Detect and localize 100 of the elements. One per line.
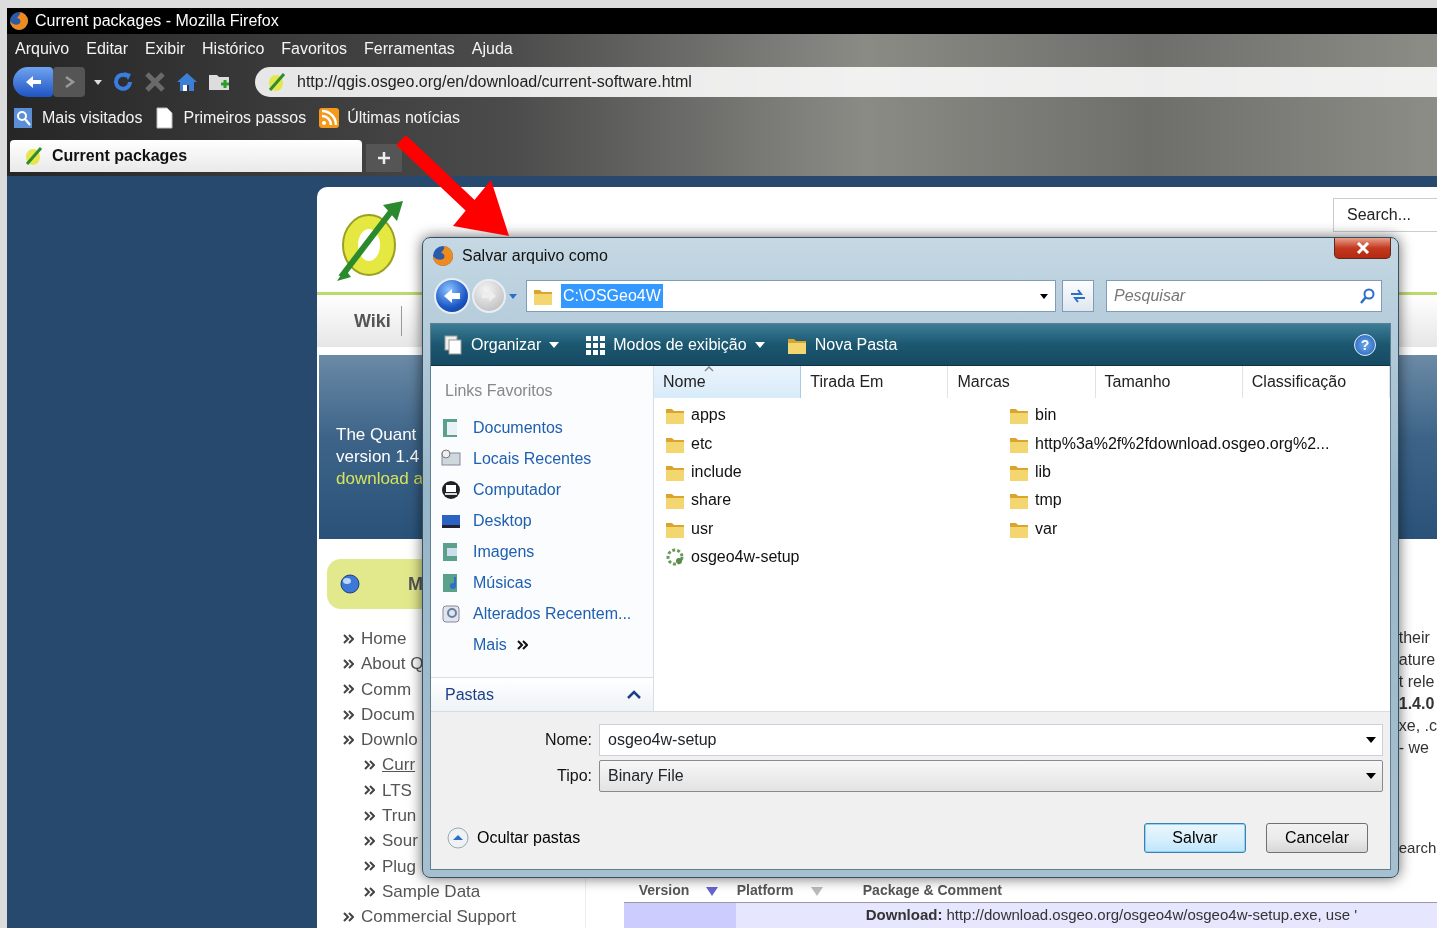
- nav-link[interactable]: Commercial Support: [361, 904, 516, 928]
- nav-link[interactable]: Plug: [382, 853, 417, 880]
- double-chevron-icon: [364, 885, 375, 898]
- firefox-logo-icon: [9, 11, 29, 31]
- menu-item[interactable]: Ajuda: [471, 37, 513, 61]
- favorite-link[interactable]: Alterados Recentem...: [431, 598, 638, 629]
- bookmark-link[interactable]: Últimas notícias: [318, 106, 461, 130]
- menu-item[interactable]: Editar: [86, 37, 129, 61]
- new-tab-button[interactable]: [366, 144, 402, 172]
- double-chevron-icon: [516, 638, 528, 651]
- dropdown-caret-icon[interactable]: [93, 78, 103, 86]
- pages-icon: [443, 334, 463, 355]
- nav-link[interactable]: Curr: [382, 752, 416, 778]
- favorite-link[interactable]: Desktop: [431, 505, 538, 536]
- close-button[interactable]: [1334, 238, 1391, 259]
- nav-link[interactable]: Docum: [361, 701, 415, 728]
- download-link[interactable]: http://download.osgeo.org/osgeo4w/osgeo4w-setup.exe: [946, 903, 1318, 927]
- favorite-link[interactable]: Computador: [431, 474, 568, 505]
- nav-link[interactable]: Comm: [361, 676, 412, 702]
- text-fragment: t rele: [1398, 672, 1435, 692]
- nav-link[interactable]: Downlo: [361, 727, 418, 753]
- column-header[interactable]: Package & Comment: [862, 880, 1003, 901]
- save-button[interactable]: Salvar: [1144, 823, 1246, 853]
- favorite-link[interactable]: Locais Recentes: [431, 443, 598, 474]
- dropdown-caret-icon: [1366, 737, 1376, 743]
- sort-arrow-icon[interactable]: [705, 884, 720, 897]
- favorite-link[interactable]: Imagens: [431, 536, 541, 567]
- double-chevron-icon: [364, 759, 375, 772]
- menu-item[interactable]: Arquivo: [15, 37, 70, 61]
- nav-link[interactable]: About Q: [361, 651, 424, 677]
- home-icon[interactable]: [175, 70, 199, 94]
- favorite-link[interactable]: Documentos: [431, 412, 569, 443]
- address-bar[interactable]: http://qgis.osgeo.org/en/download/current-software.html: [255, 67, 1437, 97]
- favorite-link[interactable]: Músicas: [431, 567, 538, 598]
- toolbar-button[interactable]: Modos de exibição: [585, 332, 765, 357]
- refresh-button[interactable]: [1062, 280, 1094, 312]
- file-item[interactable]: var: [1009, 514, 1058, 543]
- file-item[interactable]: apps: [665, 401, 726, 430]
- file-item[interactable]: tmp: [1009, 486, 1062, 515]
- dropdown-caret-icon[interactable]: [1039, 292, 1049, 300]
- nav-link[interactable]: Home: [361, 625, 407, 652]
- file-item[interactable]: bin: [1009, 401, 1057, 430]
- double-chevron-icon: [343, 708, 354, 721]
- double-chevron-icon: [343, 683, 354, 696]
- double-chevron-icon: [343, 632, 354, 645]
- search-field[interactable]: Search...: [1333, 198, 1437, 232]
- back-button[interactable]: [13, 67, 53, 97]
- bookmark-link[interactable]: Mais visitados: [13, 106, 143, 130]
- menu-item[interactable]: Exibir: [145, 37, 186, 61]
- menu-item[interactable]: Ferramentas: [364, 37, 455, 61]
- nav-link[interactable]: Trun: [382, 803, 417, 829]
- up-circle-icon: [447, 827, 469, 849]
- column-header[interactable]: Tamanho: [1095, 366, 1243, 398]
- more-link[interactable]: Mais: [473, 632, 507, 657]
- nav-link[interactable]: LTS: [382, 777, 412, 804]
- filename-field[interactable]: osgeo4w-setup: [599, 724, 1383, 756]
- column-header[interactable]: Platform: [736, 880, 794, 901]
- nav-link[interactable]: Sour: [382, 828, 418, 854]
- menu-title: M: [408, 572, 423, 596]
- plus-icon: [378, 152, 390, 164]
- toolbar-button[interactable]: Organizar: [443, 332, 560, 357]
- file-item[interactable]: http%3a%2f%2fdownload.osgeo.org%2...: [1009, 429, 1330, 458]
- double-chevron-icon: [364, 835, 375, 847]
- magnifier-icon: [13, 107, 35, 129]
- nav-link[interactable]: Sample Data: [382, 878, 481, 905]
- menu-item[interactable]: Histórico: [202, 37, 265, 61]
- file-item[interactable]: lib: [1009, 457, 1051, 487]
- nav-link[interactable]: Wiki: [354, 307, 391, 335]
- file-item[interactable]: share: [665, 486, 732, 515]
- text-fragment: ature: [1398, 650, 1436, 670]
- cancel-button[interactable]: Cancelar: [1266, 823, 1368, 853]
- table-cell: Download: http://download.osgeo.org/osgeo4w/osgeo4w-setup.exe, use ': [735, 902, 1358, 928]
- file-item[interactable]: include: [665, 457, 742, 487]
- text-fragment: - we: [1398, 738, 1429, 758]
- stop-icon[interactable]: [143, 70, 167, 94]
- search-field[interactable]: Pesquisar: [1106, 280, 1382, 312]
- column-header[interactable]: Tirada Em: [801, 366, 949, 398]
- file-type-select[interactable]: Binary File: [599, 760, 1383, 792]
- back-arrow-icon: [442, 287, 462, 305]
- folders-toggle[interactable]: Pastas: [431, 677, 653, 711]
- column-header[interactable]: Classificação: [1242, 366, 1390, 398]
- file-item[interactable]: etc: [665, 429, 713, 458]
- text-fragment: xe, .c: [1398, 716, 1437, 736]
- banner-link[interactable]: download a: [336, 468, 423, 490]
- reload-icon[interactable]: [111, 70, 135, 94]
- column-header[interactable]: Marcas: [948, 366, 1096, 398]
- toolbar-button[interactable]: Nova Pasta: [786, 332, 898, 357]
- double-chevron-icon: [343, 657, 354, 670]
- menu-item[interactable]: Favoritos: [281, 37, 348, 61]
- browser-tab[interactable]: Current packages: [10, 140, 362, 172]
- field-label: Tipo:: [556, 766, 593, 786]
- file-item[interactable]: usr: [665, 514, 714, 543]
- bookmark-link[interactable]: Primeiros passos: [154, 106, 307, 130]
- back-button[interactable]: [434, 278, 470, 314]
- dropdown-caret-icon: [1366, 773, 1376, 779]
- window-title: Current packages - Mozilla Firefox: [35, 11, 279, 31]
- file-item[interactable]: osgeo4w-setup: [665, 542, 800, 572]
- column-header[interactable]: Version: [638, 880, 690, 901]
- hide-folders-button[interactable]: Ocultar pastas: [447, 826, 581, 850]
- column-header[interactable]: Nome: [654, 366, 802, 398]
